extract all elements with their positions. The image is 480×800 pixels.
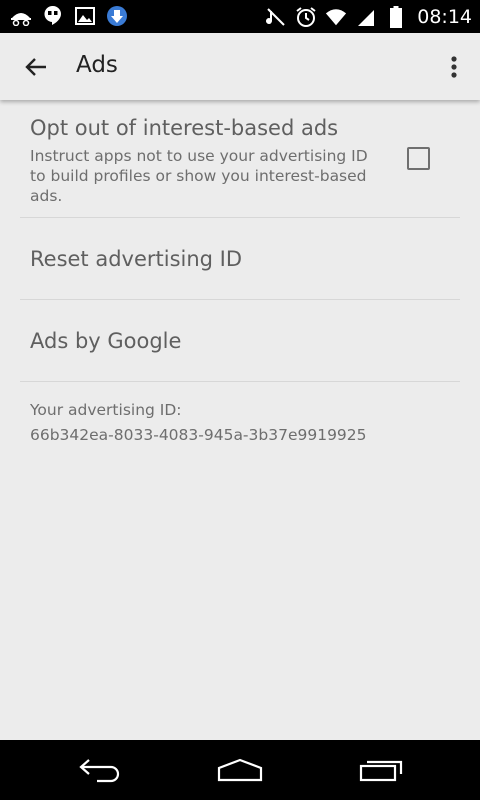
opt-out-title: Opt out of interest-based ads [30, 116, 339, 140]
reset-advertising-id-title: Reset advertising ID [30, 247, 243, 271]
nav-recents-button[interactable] [350, 750, 410, 790]
nav-back-icon [79, 759, 120, 783]
more-vert-icon [451, 56, 457, 78]
back-button[interactable] [14, 45, 58, 89]
status-bar: 08:14 [0, 0, 480, 33]
page-title: Ads [76, 52, 118, 78]
mute-icon [265, 6, 287, 28]
arrow-left-icon [25, 58, 46, 76]
wifi-icon [325, 6, 347, 28]
opt-out-checkbox[interactable] [407, 147, 430, 170]
nav-home-button[interactable] [210, 750, 270, 790]
battery-icon [385, 5, 407, 28]
notification-icons [10, 5, 128, 27]
action-bar: Ads [0, 33, 480, 100]
nav-back-button[interactable] [70, 750, 130, 790]
advertising-id-value: 66b342ea-8033-4083-945a-3b37e9919925 [30, 426, 367, 444]
nav-home-icon [217, 758, 263, 782]
navigation-bar [0, 740, 480, 800]
ads-by-google-title: Ads by Google [30, 329, 182, 353]
download-icon [106, 5, 128, 27]
signal-icon [355, 6, 377, 28]
system-icons: 08:14 [265, 0, 472, 33]
opt-out-summary: Instruct apps not to use your advertisin… [30, 147, 368, 205]
image-icon [74, 5, 96, 27]
nav-recents-icon [359, 760, 403, 782]
incognito-icon [10, 5, 32, 27]
hangouts-icon [42, 5, 64, 27]
opt-out-setting[interactable]: Opt out of interest-based ads Instruct a… [20, 100, 460, 218]
ads-by-google-setting[interactable]: Ads by Google [20, 300, 460, 382]
more-options-button[interactable] [440, 45, 468, 89]
advertising-id-label: Your advertising ID: [30, 401, 182, 419]
alarm-icon [295, 6, 317, 28]
reset-advertising-id-setting[interactable]: Reset advertising ID [20, 218, 460, 300]
advertising-id-info: Your advertising ID: 66b342ea-8033-4083-… [30, 398, 367, 448]
clock: 08:14 [417, 5, 472, 28]
settings-list: Opt out of interest-based ads Instruct a… [0, 100, 480, 444]
